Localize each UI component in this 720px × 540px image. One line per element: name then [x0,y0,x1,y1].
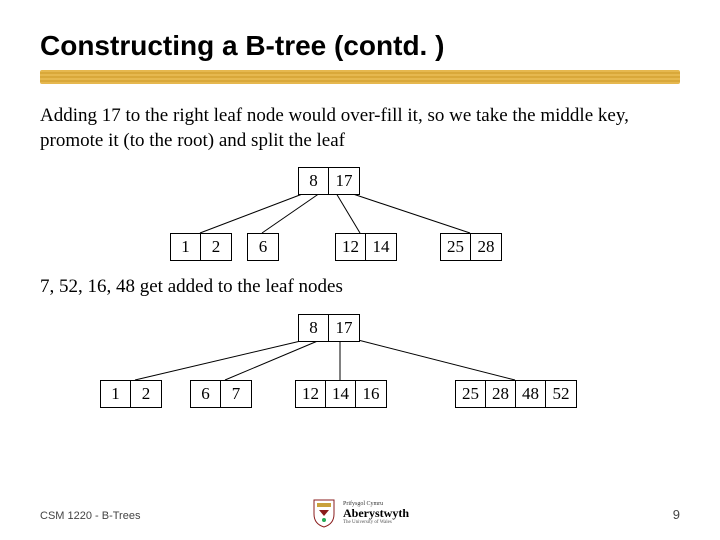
key-cell: 16 [356,381,386,407]
footer-text: CSM 1220 - B-Trees [40,510,140,522]
tree1-leaf-2: 12 14 [335,233,397,261]
logo-text: Prifysgol Cymru Aberystwyth The Universi… [343,501,409,525]
key-cell: 17 [329,315,359,341]
key-cell: 6 [248,234,278,260]
paragraph-1: Adding 17 to the right leaf node would o… [40,104,680,153]
key-cell: 2 [131,381,161,407]
btree-diagram-2: 8 17 1 2 6 7 12 14 16 25 28 48 52 [40,314,680,414]
key-cell: 1 [101,381,131,407]
key-cell: 8 [299,315,329,341]
tree2-leaf-1: 6 7 [190,380,252,408]
tree2-leaf-2: 12 14 16 [295,380,387,408]
key-cell: 2 [201,234,231,260]
key-cell: 12 [336,234,366,260]
key-cell: 7 [221,381,251,407]
key-cell: 6 [191,381,221,407]
tree1-leaf-1: 6 [247,233,279,261]
tree2-leaf-3: 25 28 48 52 [455,380,577,408]
tree1-leaf-0: 1 2 [170,233,232,261]
key-cell: 12 [296,381,326,407]
key-cell: 25 [441,234,471,260]
key-cell: 48 [516,381,546,407]
divider-bar [40,70,680,84]
key-cell: 8 [299,168,329,194]
crest-icon [311,498,337,528]
key-cell: 28 [486,381,516,407]
tree1-root: 8 17 [298,167,360,195]
btree-diagram-1: 8 17 1 2 6 12 14 25 28 [40,167,680,267]
tree2-root: 8 17 [298,314,360,342]
key-cell: 1 [171,234,201,260]
logo-line-3: The University of Wales [343,520,409,525]
paragraph-2: 7, 52, 16, 48 get added to the leaf node… [40,275,680,300]
key-cell: 14 [326,381,356,407]
key-cell: 52 [546,381,576,407]
key-cell: 14 [366,234,396,260]
logo-line-2: Aberystwyth [343,507,409,520]
page-number: 9 [673,507,680,522]
tree1-leaf-3: 25 28 [440,233,502,261]
key-cell: 17 [329,168,359,194]
university-logo: Prifysgol Cymru Aberystwyth The Universi… [311,498,409,528]
slide-title: Constructing a B-tree (contd. ) [40,30,680,62]
key-cell: 28 [471,234,501,260]
key-cell: 25 [456,381,486,407]
tree2-leaf-0: 1 2 [100,380,162,408]
